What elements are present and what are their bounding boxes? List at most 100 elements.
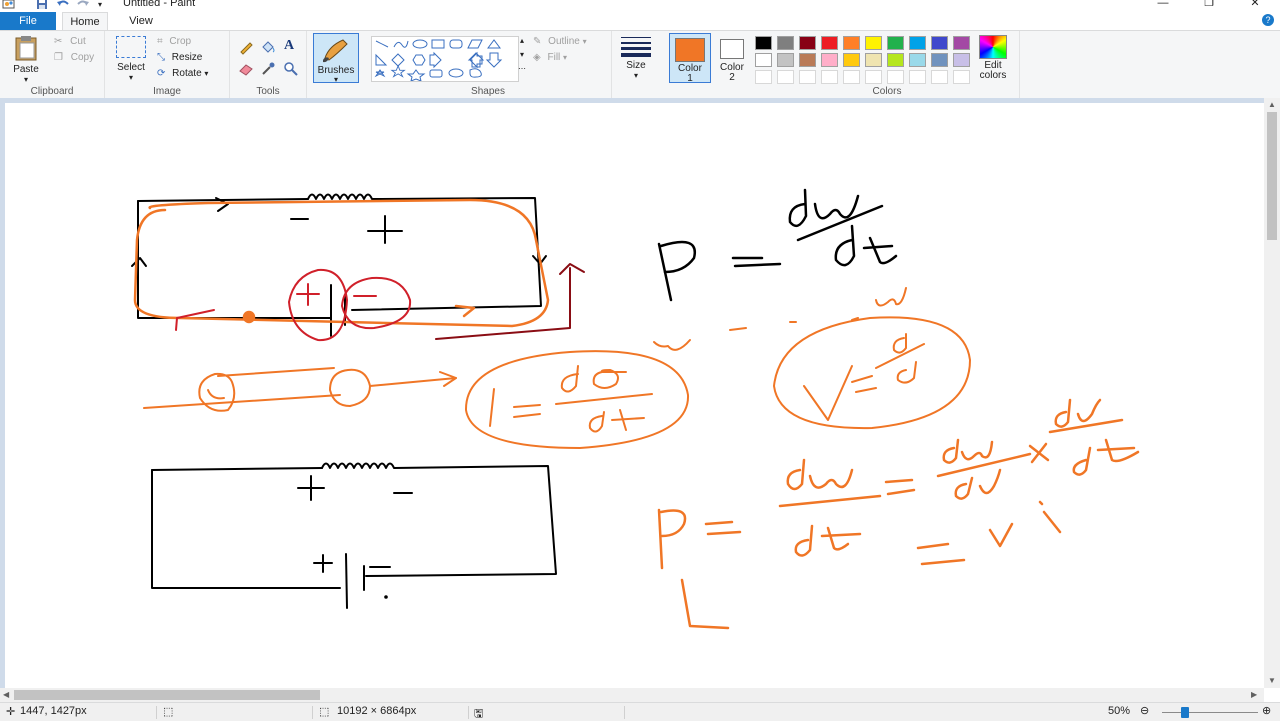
- cut-button[interactable]: ✂ Cut: [54, 36, 86, 47]
- palette-swatch[interactable]: [865, 53, 882, 67]
- paste-button[interactable]: Paste ▾: [6, 35, 46, 84]
- color-picker-icon[interactable]: [260, 61, 276, 77]
- status-separator: [624, 706, 625, 719]
- palette-swatch[interactable]: [843, 36, 860, 50]
- voltage-arrow: [435, 263, 585, 340]
- scroll-down-icon[interactable]: ▼: [1268, 676, 1276, 685]
- palette-swatch[interactable]: [777, 70, 794, 84]
- minimize-button[interactable]: —: [1140, 0, 1186, 12]
- horizontal-scrollbar[interactable]: ◀ ▶: [0, 688, 1264, 702]
- vertical-scrollbar[interactable]: ▲ ▼: [1264, 98, 1280, 688]
- palette-swatch[interactable]: [931, 53, 948, 67]
- scroll-up-icon[interactable]: ▲: [1268, 100, 1276, 109]
- rotate-dropdown-icon[interactable]: ▾: [204, 69, 208, 78]
- palette-swatch[interactable]: [953, 36, 970, 50]
- tab-view[interactable]: View: [120, 12, 162, 30]
- palette-swatch[interactable]: [799, 70, 816, 84]
- palette-swatch[interactable]: [887, 70, 904, 84]
- clipboard-group-label: Clipboard: [30, 86, 74, 97]
- palette-swatch[interactable]: [931, 70, 948, 84]
- palette-swatch[interactable]: [865, 70, 882, 84]
- zoom-out-icon[interactable]: ⊖: [1140, 704, 1149, 717]
- zoom-in-icon[interactable]: ⊕: [1262, 704, 1271, 717]
- select-button[interactable]: Select ▾: [111, 36, 151, 82]
- crop-button[interactable]: ⌗ Crop: [157, 36, 191, 47]
- palette-swatch[interactable]: [799, 36, 816, 50]
- palette-swatch[interactable]: [755, 53, 772, 67]
- size-button[interactable]: Size ▾: [616, 35, 656, 80]
- shapes-more-icon[interactable]: ⋯: [517, 64, 527, 73]
- palette-swatch[interactable]: [755, 70, 772, 84]
- paint-app-icon: [2, 0, 16, 10]
- undo-icon[interactable]: [56, 0, 70, 10]
- redo-icon[interactable]: [76, 0, 90, 10]
- palette-swatch[interactable]: [821, 53, 838, 67]
- battery-markup: [175, 268, 412, 342]
- drawing-canvas[interactable]: [5, 103, 1264, 688]
- shapes-scroll-down-icon[interactable]: ▾: [517, 50, 527, 59]
- select-dropdown-icon[interactable]: ▾: [111, 73, 151, 82]
- tab-file[interactable]: File: [0, 12, 56, 30]
- brushes-button[interactable]: Brushes ▾: [313, 33, 359, 84]
- pencil-icon[interactable]: [238, 39, 254, 55]
- palette-swatch[interactable]: [777, 53, 794, 67]
- fill-bucket-icon[interactable]: [260, 39, 276, 55]
- file-size-icon: 🖫: [474, 708, 484, 720]
- brushes-dropdown-icon[interactable]: ▾: [314, 76, 358, 84]
- palette-swatch[interactable]: [821, 70, 838, 84]
- zoom-slider-thumb[interactable]: [1181, 707, 1189, 718]
- shapes-gallery[interactable]: [371, 36, 519, 82]
- save-icon[interactable]: [36, 0, 48, 10]
- color2-button[interactable]: Color 2: [712, 33, 752, 83]
- rotate-button[interactable]: ⟳ Rotate ▾: [157, 68, 208, 79]
- palette-swatch[interactable]: [909, 53, 926, 67]
- palette-swatch[interactable]: [931, 36, 948, 50]
- vertical-scroll-thumb[interactable]: [1267, 112, 1277, 240]
- palette-swatch[interactable]: [953, 53, 970, 67]
- image-group-label: Image: [153, 86, 181, 97]
- magnifier-icon[interactable]: [283, 61, 299, 77]
- customize-qat-icon[interactable]: ▾: [98, 0, 102, 9]
- scroll-right-icon[interactable]: ▶: [1251, 690, 1257, 699]
- shapes-gallery-icons: [374, 39, 503, 82]
- palette-swatch[interactable]: [843, 70, 860, 84]
- outline-button[interactable]: ✎ Outline ▾: [533, 36, 587, 47]
- palette-swatch[interactable]: [777, 36, 794, 50]
- palette-swatch[interactable]: [843, 53, 860, 67]
- tab-home[interactable]: Home: [62, 12, 108, 31]
- status-bar: ✛ 1447, 1427px ⬚ ⬚ 10192 × 6864px 🖫 50% …: [0, 702, 1280, 721]
- copy-button[interactable]: ❐ Copy: [54, 52, 94, 63]
- palette-swatch[interactable]: [821, 36, 838, 50]
- shapes-scroll-up-icon[interactable]: ▴: [517, 36, 527, 45]
- restore-button[interactable]: ❐: [1186, 0, 1232, 12]
- current-definition: [464, 339, 691, 449]
- fill-button[interactable]: ◈ Fill ▾: [533, 52, 567, 63]
- palette-swatch[interactable]: [799, 53, 816, 67]
- paste-dropdown-icon[interactable]: ▾: [6, 75, 46, 84]
- resize-button[interactable]: ⤡ Resize: [157, 52, 202, 63]
- select-rectangle-icon: [116, 36, 146, 58]
- text-icon[interactable]: A: [284, 38, 294, 54]
- palette-swatch[interactable]: [865, 36, 882, 50]
- edit-colors-button[interactable]: Edit colors: [974, 35, 1012, 81]
- palette-swatch[interactable]: [887, 36, 904, 50]
- tools-group: A Tools: [230, 31, 307, 98]
- rotate-icon: ⟳: [157, 68, 166, 79]
- help-icon[interactable]: ?: [1262, 14, 1274, 26]
- eraser-icon[interactable]: [238, 61, 254, 77]
- palette-swatch[interactable]: [909, 70, 926, 84]
- outline-dropdown-icon: ▾: [582, 37, 587, 46]
- palette-swatch[interactable]: [909, 36, 926, 50]
- zoom-slider[interactable]: [1162, 712, 1258, 713]
- clipboard-group: Paste ▾ ✂ Cut ❐ Copy Clipboard: [0, 31, 105, 98]
- power-derivation: [657, 398, 1140, 630]
- close-button[interactable]: ✕: [1232, 0, 1278, 12]
- horizontal-scroll-thumb[interactable]: [14, 690, 320, 700]
- scroll-left-icon[interactable]: ◀: [3, 690, 9, 699]
- palette-swatch[interactable]: [755, 36, 772, 50]
- palette-swatch[interactable]: [887, 53, 904, 67]
- fill-dropdown-icon: ▾: [563, 53, 568, 62]
- color1-button[interactable]: Color 1: [669, 33, 711, 84]
- palette-swatch[interactable]: [953, 70, 970, 84]
- cursor-position-icon: ✛: [6, 706, 16, 718]
